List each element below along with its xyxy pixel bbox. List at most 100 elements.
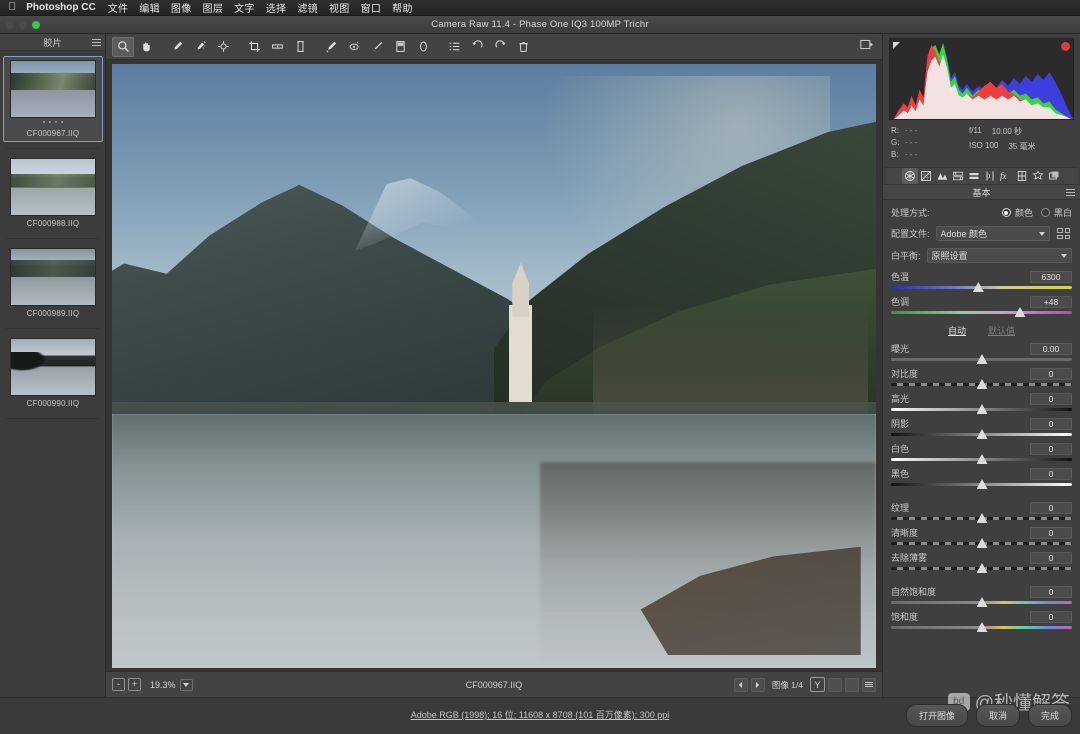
calibration-tab[interactable]	[1014, 168, 1030, 184]
shadow-clipping-icon[interactable]	[893, 42, 900, 49]
zoom-in-button[interactable]: +	[128, 678, 141, 691]
menu-item-edit[interactable]: 编辑	[139, 0, 160, 15]
filmstrip-toggle-button[interactable]	[828, 677, 842, 692]
filmstrip-view-button[interactable]	[845, 677, 859, 692]
hand-tool[interactable]	[135, 37, 157, 57]
app-name-label[interactable]: Photoshop CC	[26, 2, 95, 13]
slider-track[interactable]	[891, 538, 1072, 549]
targeted-adjustment-tool[interactable]	[212, 37, 234, 57]
slider-value[interactable]: 0	[1030, 610, 1072, 623]
presets-tab[interactable]	[1030, 168, 1046, 184]
image-canvas-area[interactable]	[106, 60, 882, 671]
slider-value[interactable]: 0	[1030, 392, 1072, 405]
fullscreen-toggle-icon[interactable]	[859, 38, 874, 56]
white-balance-select[interactable]: 原照设置	[926, 248, 1072, 263]
slider-value[interactable]: 6300	[1030, 270, 1072, 283]
cancel-button[interactable]: 取消	[975, 704, 1020, 727]
slider-track[interactable]	[891, 404, 1072, 415]
profile-select[interactable]: Adobe 颜色	[935, 226, 1050, 241]
detail-tab[interactable]	[934, 168, 950, 184]
effects-tab[interactable]: fx	[998, 168, 1014, 184]
white-balance-tool[interactable]	[166, 37, 188, 57]
treatment-bw-radio[interactable]: 黑白	[1040, 206, 1072, 219]
menu-item-layer[interactable]: 图层	[203, 0, 224, 15]
treatment-color-radio[interactable]: 颜色	[1001, 206, 1033, 219]
zoom-tool[interactable]	[112, 36, 134, 57]
slider-track[interactable]	[891, 307, 1072, 318]
menu-item-filter[interactable]: 滤镜	[297, 0, 318, 15]
highlight-clipping-icon[interactable]	[1061, 42, 1070, 51]
adjustment-brush-tool[interactable]	[366, 37, 388, 57]
straighten-tool[interactable]	[266, 37, 288, 57]
presets-tool[interactable]	[443, 37, 465, 57]
slider-value[interactable]: 0	[1030, 585, 1072, 598]
split-toning-tab[interactable]	[966, 168, 982, 184]
star-rating[interactable]	[4, 121, 102, 126]
close-window-button[interactable]	[6, 21, 14, 29]
slider-value[interactable]: +48	[1030, 295, 1072, 308]
slider-value[interactable]: 0	[1030, 501, 1072, 514]
rotate-right-tool[interactable]	[489, 37, 511, 57]
filmstrip-thumb-2[interactable]: CF000989.IIQ	[3, 244, 103, 322]
strip-menu-icon[interactable]	[862, 677, 876, 692]
slider-value[interactable]: 0	[1030, 442, 1072, 455]
slider-track[interactable]	[891, 454, 1072, 465]
slider-track[interactable]	[891, 282, 1072, 293]
preview-image[interactable]	[112, 63, 876, 668]
crop-tool[interactable]	[243, 37, 265, 57]
maximize-window-button[interactable]	[32, 21, 40, 29]
open-image-button[interactable]: 打开图像	[905, 704, 968, 727]
menu-item-image[interactable]: 图像	[171, 0, 192, 15]
slider-track[interactable]	[891, 479, 1072, 490]
histogram[interactable]	[889, 38, 1074, 120]
filmstrip-thumb-0[interactable]: CF000967.IIQ	[3, 56, 103, 142]
slider-track[interactable]	[891, 563, 1072, 574]
menu-item-type[interactable]: 文字	[234, 0, 255, 15]
menu-item-file[interactable]: 文件	[108, 0, 129, 15]
default-link[interactable]: 默认值	[988, 324, 1015, 337]
filmstrip-menu-icon[interactable]	[92, 39, 101, 46]
next-image-button[interactable]	[750, 677, 765, 692]
slider-track[interactable]	[891, 429, 1072, 440]
panel-menu-icon[interactable]	[1066, 189, 1075, 196]
auto-link[interactable]: 自动	[948, 324, 966, 337]
menu-item-window[interactable]: 窗口	[361, 0, 382, 15]
filmstrip-thumb-3[interactable]: CF000990.IIQ	[3, 334, 103, 412]
delete-tool[interactable]	[512, 37, 534, 57]
slider-track[interactable]	[891, 513, 1072, 524]
rotate-left-tool[interactable]	[466, 37, 488, 57]
slider-track[interactable]	[891, 622, 1072, 633]
spot-removal-tool[interactable]	[320, 37, 342, 57]
menu-item-select[interactable]: 选择	[266, 0, 287, 15]
basic-tab[interactable]	[901, 168, 918, 184]
color-sampler-tool[interactable]	[189, 37, 211, 57]
hsl-tab[interactable]	[950, 168, 966, 184]
prev-image-button[interactable]	[733, 677, 748, 692]
radial-filter-tool[interactable]	[412, 37, 434, 57]
snapshots-tab[interactable]	[1046, 168, 1062, 184]
red-eye-tool[interactable]	[343, 37, 365, 57]
profile-browser-icon[interactable]	[1055, 226, 1072, 241]
tone-curve-tab[interactable]	[918, 168, 934, 184]
filmstrip-thumb-1[interactable]: CF000988.IIQ	[3, 154, 103, 232]
transform-tool[interactable]	[289, 37, 311, 57]
graduated-filter-tool[interactable]	[389, 37, 411, 57]
zoom-level-dropdown[interactable]	[179, 678, 193, 691]
slider-value[interactable]: 0	[1030, 551, 1072, 564]
lens-corrections-tab[interactable]	[982, 168, 998, 184]
slider-track[interactable]	[891, 354, 1072, 365]
slider-value[interactable]: 0	[1030, 467, 1072, 480]
slider-value[interactable]: 0	[1030, 367, 1072, 380]
menu-item-view[interactable]: 视图	[329, 0, 350, 15]
apple-logo-icon[interactable]: 	[8, 2, 16, 13]
slider-value[interactable]: 0	[1030, 417, 1072, 430]
slider-track[interactable]	[891, 597, 1072, 608]
before-after-button[interactable]: Y	[810, 677, 825, 692]
done-button[interactable]: 完成	[1027, 704, 1072, 727]
slider-value[interactable]: 0.00	[1030, 342, 1072, 355]
zoom-out-button[interactable]: -	[112, 678, 125, 691]
minimize-window-button[interactable]	[19, 21, 27, 29]
slider-value[interactable]: 0	[1030, 526, 1072, 539]
menu-item-help[interactable]: 帮助	[392, 0, 413, 15]
slider-track[interactable]	[891, 379, 1072, 390]
